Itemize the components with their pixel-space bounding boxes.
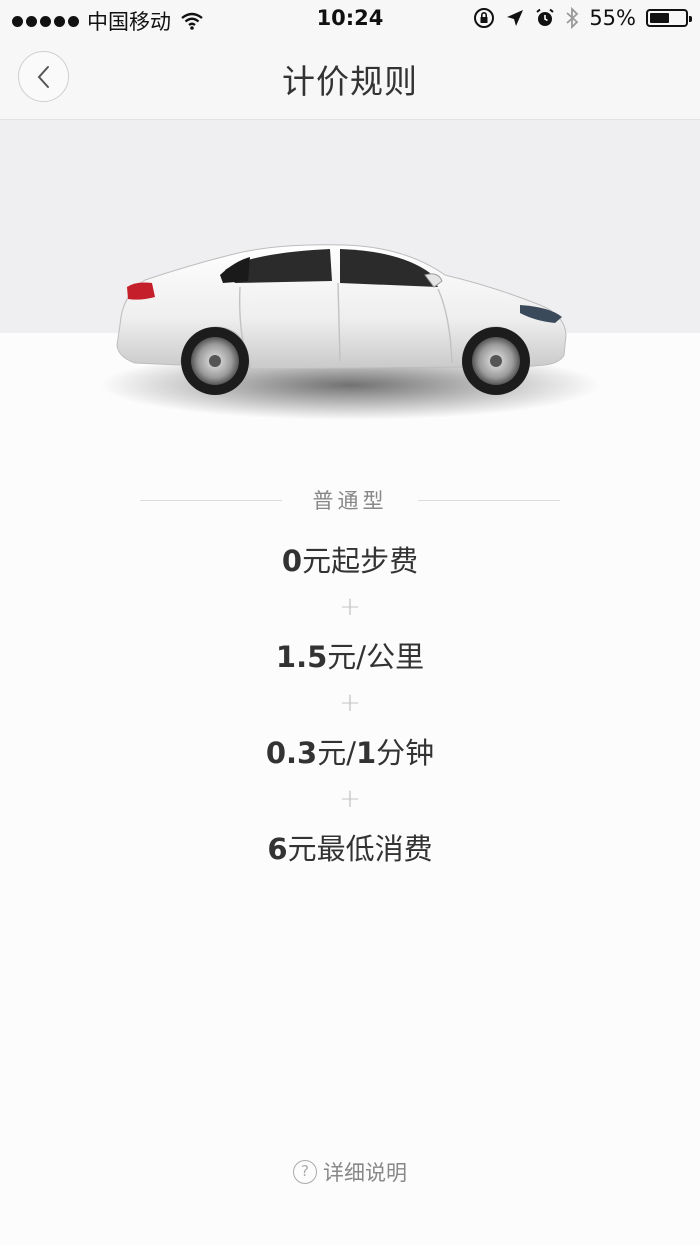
status-right: 55% bbox=[473, 6, 692, 30]
plus-symbol: + bbox=[339, 784, 361, 814]
price-amount: 0 bbox=[281, 544, 303, 578]
price-per-minute: 0.3元/1分钟 bbox=[0, 730, 700, 772]
price-text: 元最低消费 bbox=[287, 832, 433, 866]
battery-icon bbox=[646, 9, 692, 27]
price-text: 元/公里 bbox=[327, 640, 425, 674]
divider bbox=[418, 500, 560, 501]
price-per-km: 1.5元/公里 bbox=[0, 634, 700, 676]
question-circle-icon: ? bbox=[293, 1160, 317, 1184]
battery-level bbox=[650, 13, 669, 23]
bluetooth-icon bbox=[566, 7, 579, 29]
tier-header: 普通型 bbox=[140, 485, 560, 515]
detail-label: 详细说明 bbox=[323, 1161, 407, 1185]
car-image bbox=[100, 244, 600, 420]
page-title: 计价规则 bbox=[282, 62, 418, 101]
location-arrow-icon bbox=[507, 10, 524, 26]
battery-percentage: 55% bbox=[589, 6, 636, 30]
status-bar: 中国移动 10:24 55% bbox=[0, 0, 700, 38]
alarm-icon bbox=[536, 8, 554, 26]
price-minimum: 6元最低消费 bbox=[0, 826, 700, 868]
plus-symbol: + bbox=[339, 688, 361, 718]
navigation-bar: 计价规则 bbox=[0, 38, 700, 120]
plus-symbol: + bbox=[339, 592, 361, 622]
price-text-minutes: 分钟 bbox=[376, 736, 435, 770]
detail-link[interactable]: ? 详细说明 bbox=[0, 1157, 700, 1187]
price-amount: 0.3 bbox=[265, 736, 318, 770]
price-amount: 1.5 bbox=[275, 640, 328, 674]
price-text: 元/ bbox=[317, 736, 356, 770]
price-amount: 6 bbox=[267, 832, 288, 866]
price-base-fare: 0元起步费 bbox=[0, 538, 700, 580]
price-amount-minutes: 1 bbox=[355, 736, 377, 770]
price-text: 元起步费 bbox=[302, 544, 419, 578]
orientation-lock-icon bbox=[474, 8, 495, 28]
